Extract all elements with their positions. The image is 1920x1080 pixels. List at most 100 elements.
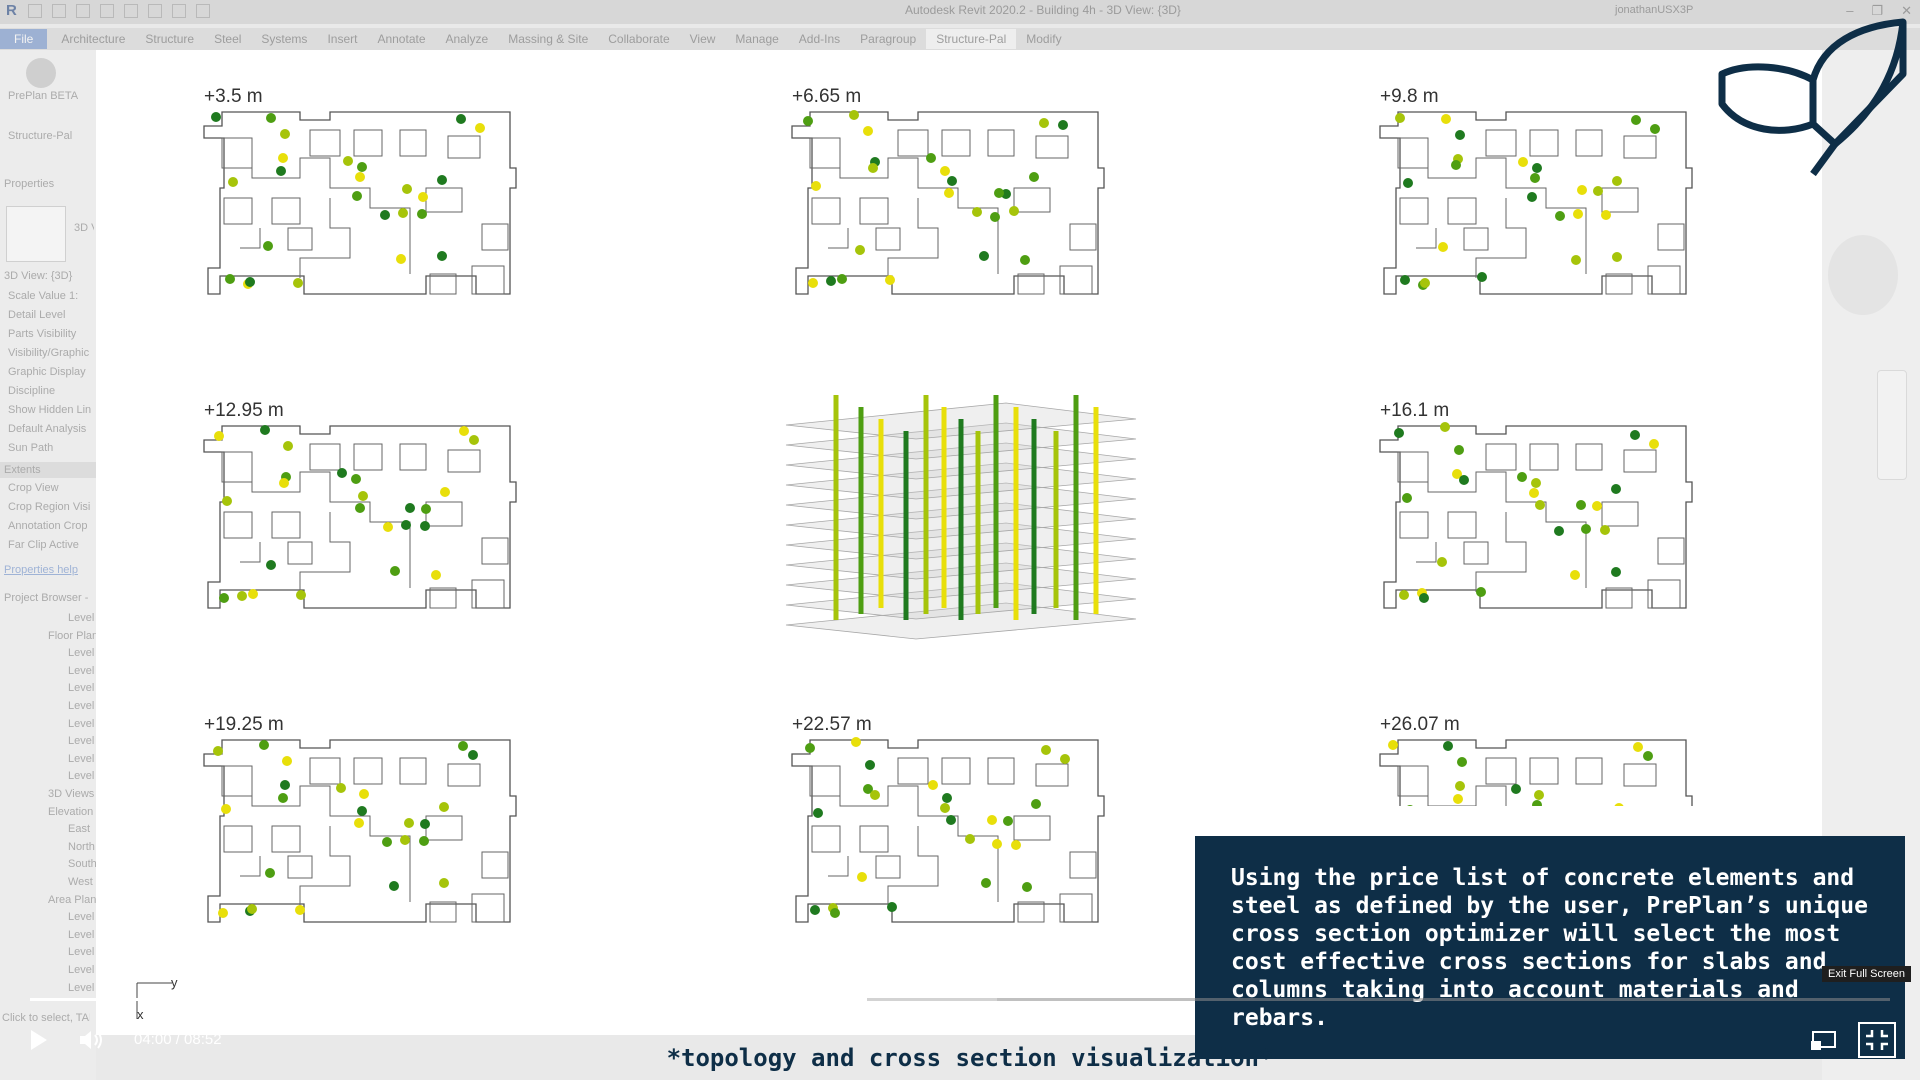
column-marker [1532, 163, 1542, 173]
ribbon-tab-paragroup[interactable]: Paragroup [850, 32, 926, 46]
property-row[interactable]: Graphic Display [8, 366, 96, 378]
project-browser-item[interactable]: Level [68, 753, 96, 765]
plan-wall [828, 157, 999, 278]
project-browser-item[interactable]: Elevation [48, 806, 96, 818]
ribbon-tab-collaborate[interactable]: Collaborate [598, 32, 679, 46]
extent-row[interactable]: Crop Region Visi [8, 501, 96, 513]
properties-help-link[interactable]: Properties help [4, 564, 92, 576]
plan-room [875, 227, 901, 251]
ribbon-tab-architecture[interactable]: Architecture [51, 32, 135, 46]
property-row[interactable]: Visibility/Graphic [8, 347, 96, 359]
ribbon-tab-steel[interactable]: Steel [204, 32, 251, 46]
plan-room [1605, 273, 1633, 295]
column-marker [1600, 525, 1610, 535]
redo-icon[interactable] [124, 4, 138, 18]
project-browser-item[interactable]: Floor Plan [48, 630, 96, 642]
ribbon-tab-annotate[interactable]: Annotate [367, 32, 435, 46]
project-browser-item[interactable]: Level [68, 929, 96, 941]
property-row[interactable]: Detail Level [8, 309, 96, 321]
project-browser-item[interactable]: Level [68, 682, 96, 694]
plan-room [425, 501, 463, 527]
column-marker [1020, 255, 1030, 265]
measure-icon[interactable] [172, 4, 186, 18]
project-browser-item[interactable]: 3D Views [48, 788, 96, 800]
project-browser-item[interactable]: Level [68, 700, 96, 712]
plan-room [353, 129, 383, 157]
exit-fullscreen-button[interactable] [1858, 1022, 1896, 1058]
plan-room [941, 757, 971, 785]
property-row[interactable]: Sun Path [8, 442, 96, 454]
text-icon[interactable] [196, 4, 210, 18]
project-browser-item[interactable]: East [68, 823, 96, 835]
ribbon-tab-modify[interactable]: Modify [1016, 32, 1071, 46]
project-browser-item[interactable]: Level [68, 911, 96, 923]
plan-room [1529, 757, 1559, 785]
ribbon-tab-structure-pal[interactable]: Structure-Pal [926, 29, 1017, 49]
project-browser-item[interactable]: Area Plan [48, 894, 96, 906]
ribbon-tab-analyze[interactable]: Analyze [436, 32, 499, 46]
property-row[interactable]: Show Hidden Lin [8, 404, 96, 416]
save-icon[interactable] [52, 4, 66, 18]
sync-icon[interactable] [76, 4, 90, 18]
volume-button[interactable] [72, 1022, 110, 1058]
column-marker [355, 172, 365, 182]
revit-logo-icon[interactable]: R [6, 2, 17, 19]
cast-button[interactable] [1804, 1022, 1842, 1058]
view-selector[interactable]: 3D View: {3D} [4, 270, 92, 282]
ribbon-tab-systems[interactable]: Systems [251, 32, 317, 46]
ribbon-tab-massing-site[interactable]: Massing & Site [498, 32, 598, 46]
ribbon-tab-structure[interactable]: Structure [135, 32, 204, 46]
play-button[interactable] [20, 1022, 58, 1058]
navigation-bar[interactable] [1877, 370, 1907, 480]
ribbon-tab-insert[interactable]: Insert [317, 32, 367, 46]
property-row[interactable]: Scale Value 1: [8, 290, 96, 302]
extent-row[interactable]: Annotation Crop [8, 520, 96, 532]
ribbon-tab-add-ins[interactable]: Add-Ins [789, 32, 850, 46]
project-browser-item[interactable]: Level [68, 982, 96, 994]
project-browser-item[interactable]: Level [68, 946, 96, 958]
ribbon-tab-file[interactable]: File [0, 29, 48, 49]
property-row[interactable]: Default Analysis [8, 423, 96, 435]
user-name[interactable]: jonathanUSX3P [1615, 4, 1693, 16]
column-marker [439, 878, 449, 888]
open-icon[interactable] [28, 4, 42, 18]
video-progress-bar[interactable] [30, 998, 1890, 1001]
viewcube[interactable] [1828, 235, 1898, 315]
column-marker [475, 123, 485, 133]
undo-icon[interactable] [100, 4, 114, 18]
project-browser-item[interactable]: Level [68, 665, 96, 677]
project-browser-item[interactable]: Level [68, 964, 96, 976]
project-browser-item[interactable]: North [68, 841, 96, 853]
project-browser-item[interactable]: Level [68, 718, 96, 730]
extent-row[interactable]: Far Clip Active [8, 539, 96, 551]
project-browser-item[interactable]: Level [68, 770, 96, 782]
project-browser-item[interactable]: South [68, 858, 96, 870]
property-row[interactable]: Discipline [8, 385, 96, 397]
print-icon[interactable] [148, 4, 162, 18]
property-row[interactable]: Parts Visibility [8, 328, 96, 340]
preplan-plugin-icon[interactable] [26, 58, 56, 88]
plan-room [1601, 187, 1639, 213]
ribbon-tab-view[interactable]: View [680, 32, 726, 46]
ribbon-tab-manage[interactable]: Manage [725, 32, 788, 46]
column-marker [293, 278, 303, 288]
plugin-label[interactable]: PrePlan BETA [8, 90, 96, 102]
floor-plan-level-4: +12.95 m [200, 400, 540, 660]
column-marker [431, 570, 441, 580]
column-marker [214, 431, 224, 441]
plan-room [1013, 187, 1051, 213]
project-browser-item[interactable]: West [68, 876, 96, 888]
extent-row[interactable]: Crop View [8, 482, 96, 494]
column-marker [810, 905, 820, 915]
plan-room [447, 449, 481, 473]
column-marker [420, 819, 430, 829]
project-browser-item[interactable]: Level [68, 612, 96, 624]
level-label: +9.8 m [1380, 86, 1439, 107]
plan-room [1397, 451, 1429, 483]
project-browser-item[interactable]: Level [68, 735, 96, 747]
plan-room [1657, 537, 1685, 565]
level-label: +12.95 m [204, 400, 284, 421]
project-browser-item[interactable]: Level [68, 647, 96, 659]
panel-label: Structure-Pal [8, 130, 73, 142]
column-marker [1612, 176, 1622, 186]
